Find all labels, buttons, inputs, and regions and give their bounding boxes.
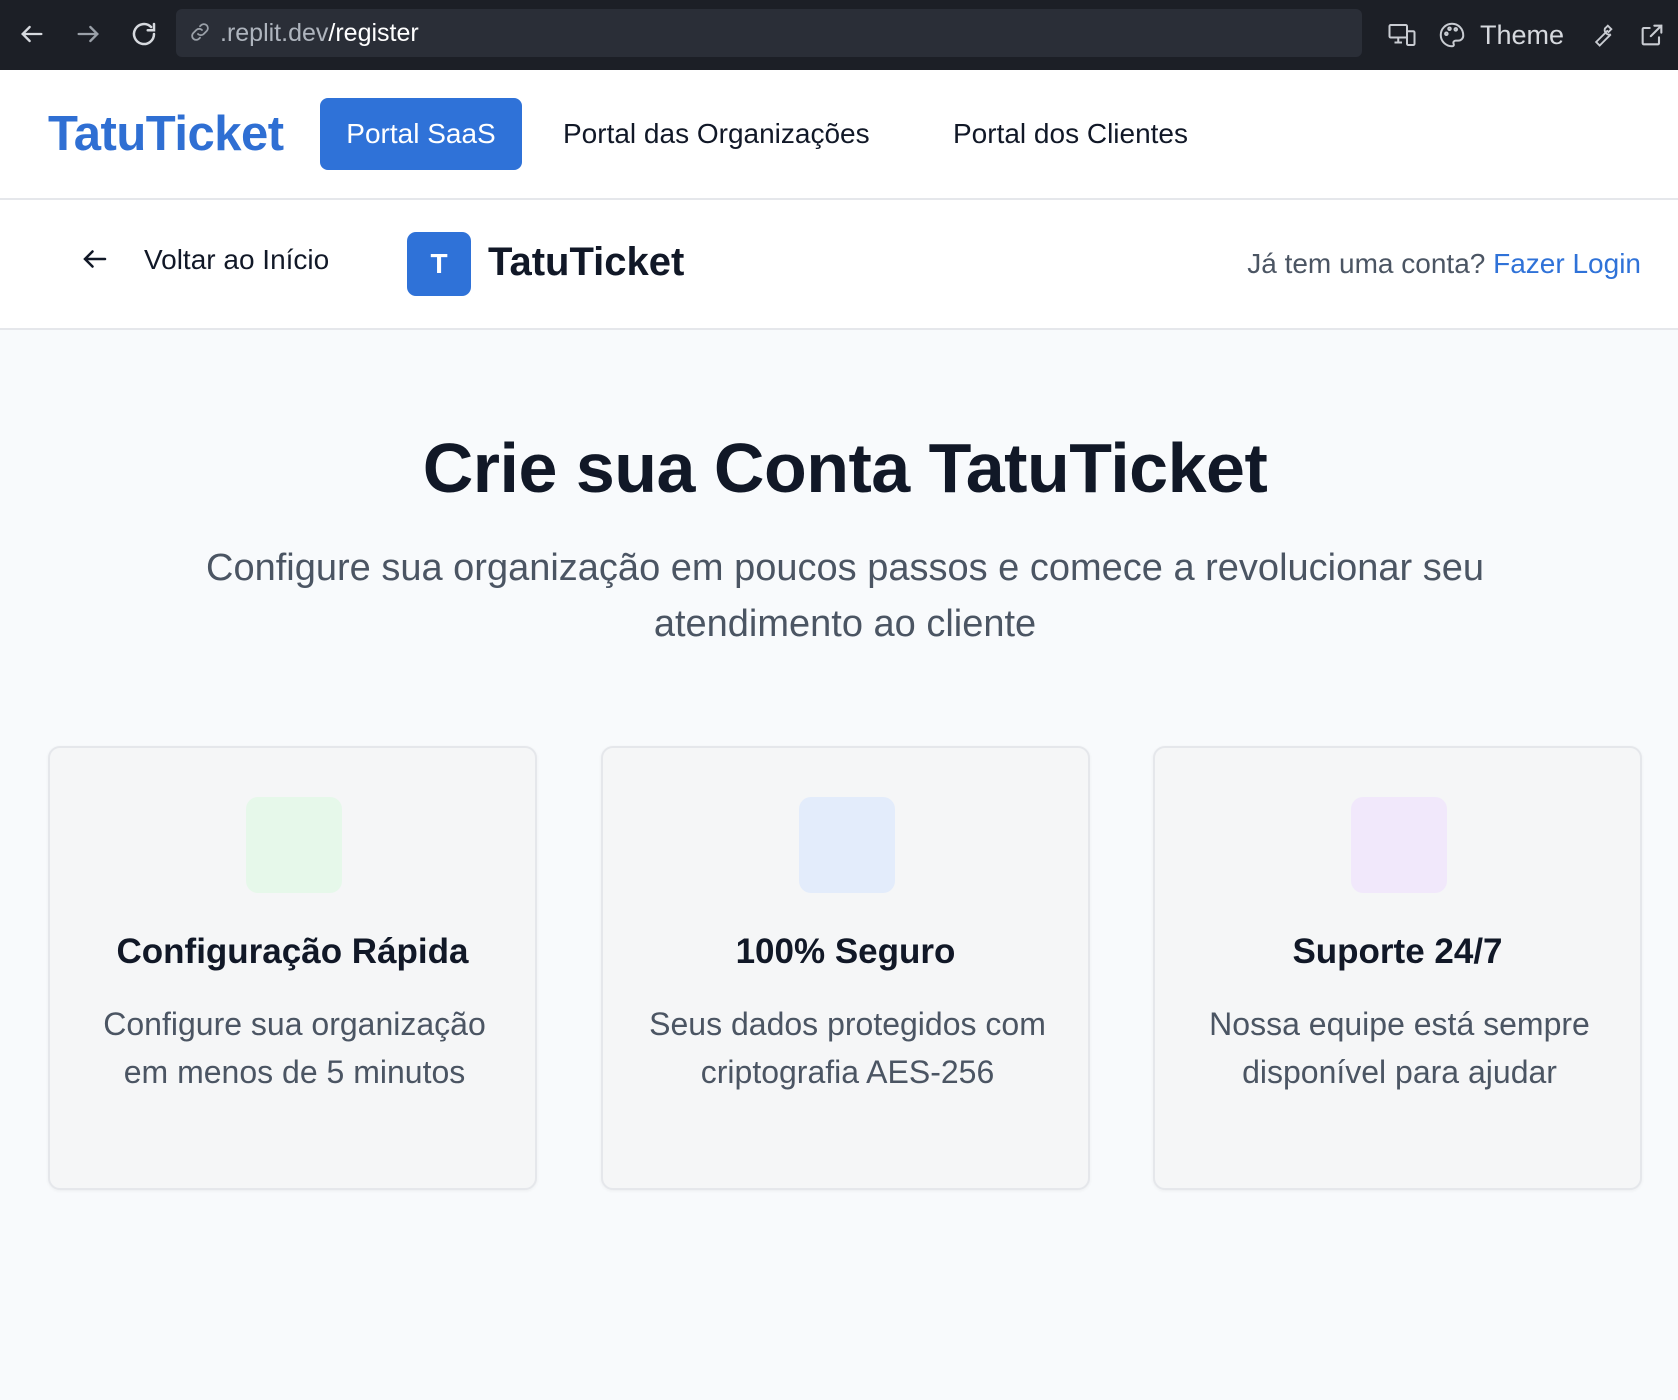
arrow-left-icon (80, 244, 112, 276)
register-header: Voltar ao Início T TatuTicket Já tem uma… (0, 200, 1678, 330)
feature-title: 100% Seguro (735, 932, 956, 971)
feature-card: 100% Seguro Seus dados protegidos com cr… (601, 746, 1090, 1190)
reload-icon[interactable] (124, 14, 164, 54)
back-to-home-link[interactable]: Voltar ao Início (80, 244, 329, 276)
feature-icon-box (246, 797, 342, 893)
page-title: Crie sua Conta TatuTicket (422, 429, 1268, 507)
feature-icon-box (1351, 797, 1447, 893)
feature-icon-box (799, 797, 895, 893)
address-bar[interactable]: .replit.dev/register (176, 9, 1362, 57)
login-link[interactable]: Fazer Login (1493, 248, 1641, 279)
logo-text: TatuTicket (488, 240, 685, 284)
login-prompt: Já tem uma conta? (1247, 248, 1486, 279)
back-arrow-icon[interactable] (12, 14, 52, 54)
link-icon (188, 20, 214, 46)
theme-button[interactable]: Theme (1480, 20, 1564, 51)
feature-cards: Configuração Rápida Configure sua organi… (48, 746, 1642, 1190)
wrench-icon[interactable] (1584, 17, 1620, 53)
tab-portal-clientes[interactable]: Portal dos Clientes (953, 118, 1188, 150)
page-subtitle: Configure sua organização em poucos pass… (206, 547, 1484, 645)
feature-card: Configuração Rápida Configure sua organi… (48, 746, 537, 1190)
feature-title: Configuração Rápida (116, 932, 469, 971)
devices-icon[interactable] (1384, 17, 1420, 53)
logo-mark: T (407, 232, 471, 296)
feature-text: Configure sua organização em menos de 5 … (103, 1006, 486, 1090)
feature-title: Suporte 24/7 (1292, 932, 1503, 971)
brand-logo[interactable]: TatuTicket (48, 106, 284, 162)
forward-arrow-icon[interactable] (68, 14, 108, 54)
browser-toolbar: .replit.dev/register Theme (0, 0, 1678, 70)
top-navigation: TatuTicket Portal SaaS Portal das Organi… (0, 70, 1678, 200)
url-path: /register (328, 18, 419, 47)
back-label: Voltar ao Início (144, 244, 330, 275)
feature-card: Suporte 24/7 Nossa equipe está sempre di… (1153, 746, 1642, 1190)
url-host: .replit.dev (220, 18, 329, 47)
palette-icon[interactable] (1434, 17, 1470, 53)
tab-portal-saas[interactable]: Portal SaaS (320, 98, 522, 170)
feature-text: Seus dados protegidos com criptografia A… (649, 1006, 1046, 1090)
tab-portal-organizacoes[interactable]: Portal das Organizações (563, 118, 870, 150)
feature-text: Nossa equipe está sempre disponível para… (1209, 1006, 1590, 1090)
external-link-icon[interactable] (1634, 17, 1670, 53)
login-hint: Já tem uma conta? Fazer Login (1247, 248, 1641, 280)
